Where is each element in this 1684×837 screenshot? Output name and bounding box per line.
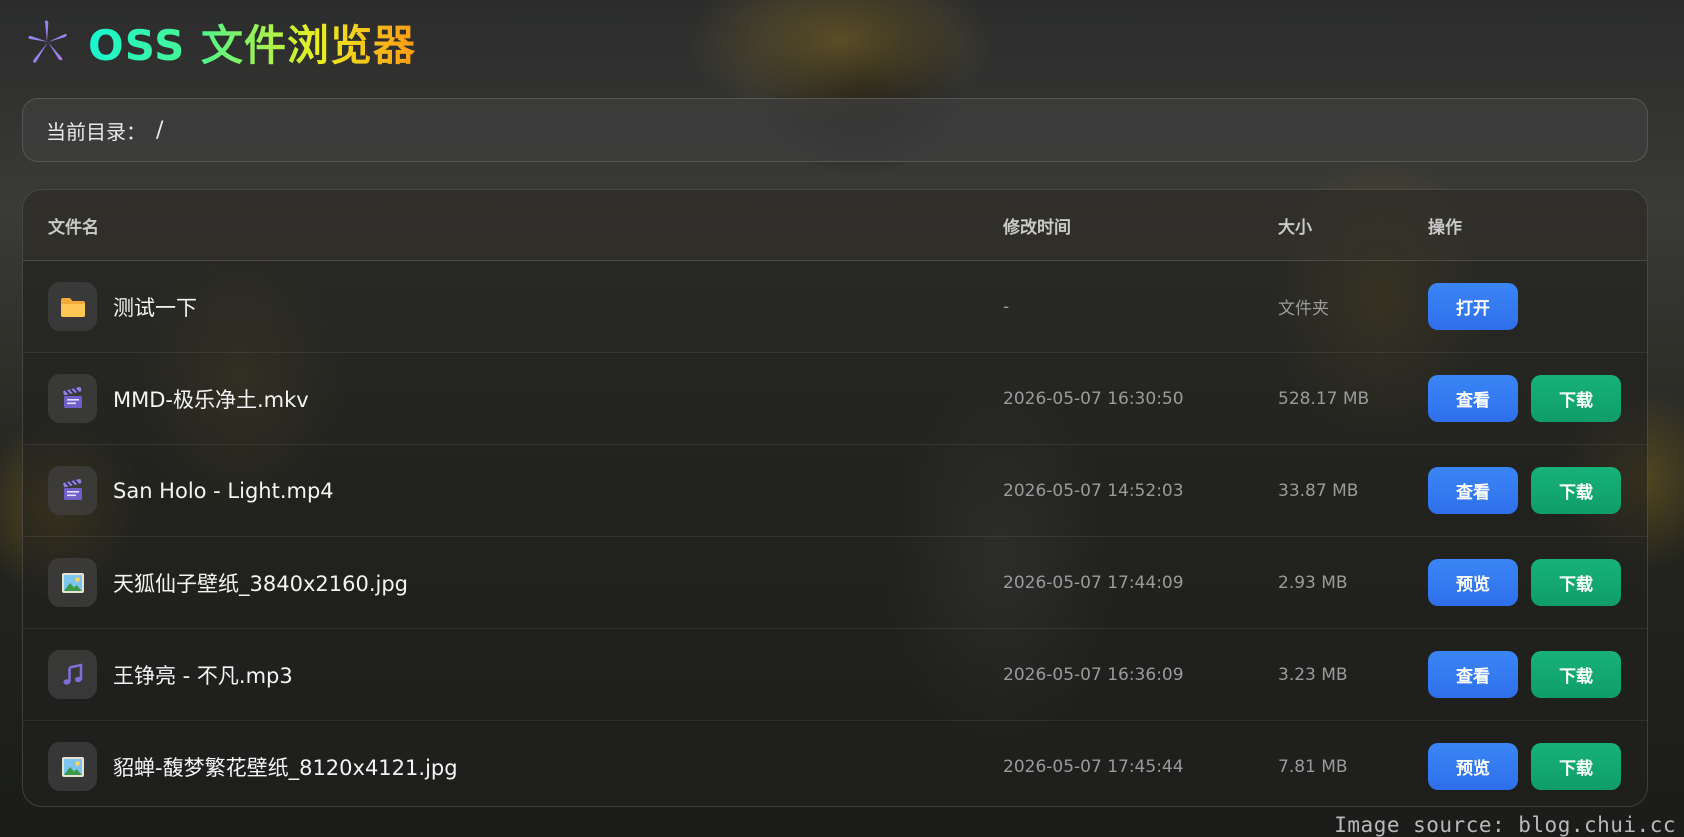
video-clapper-icon — [48, 374, 97, 423]
file-name[interactable]: 貂蝉-馥梦繁花壁纸_8120x4121.jpg — [113, 752, 458, 782]
table-header: 文件名 修改时间 大小 操作 — [23, 190, 1647, 261]
file-size: 2.93 MB — [1278, 572, 1348, 593]
file-time: 2026-05-07 16:30:50 — [1003, 388, 1184, 409]
file-name[interactable]: MMD-极乐净土.mkv — [113, 384, 309, 414]
file-name[interactable]: San Holo - Light.mp4 — [113, 479, 334, 503]
file-time: 2026-05-07 14:52:03 — [1003, 480, 1184, 501]
file-time: - — [1003, 296, 1010, 317]
download-button[interactable]: 下载 — [1531, 375, 1621, 422]
file-time: 2026-05-07 17:45:44 — [1003, 756, 1184, 777]
file-name[interactable]: 王铮亮 - 不凡.mp3 — [113, 660, 293, 690]
download-button[interactable]: 下载 — [1531, 651, 1621, 698]
download-button[interactable]: 下载 — [1531, 743, 1621, 790]
table-row[interactable]: 貂蝉-馥梦繁花壁纸_8120x4121.jpg 2026-05-07 17:45… — [23, 721, 1647, 806]
file-size: 528.17 MB — [1278, 388, 1370, 409]
header-name: 文件名 — [48, 217, 99, 238]
file-table: 文件名 修改时间 大小 操作 测试一下 - 文件夹 打开 MMD-极乐净土.mk… — [22, 189, 1648, 807]
file-time: 2026-05-07 16:36:09 — [1003, 664, 1184, 685]
file-name[interactable]: 测试一下 — [113, 292, 197, 322]
table-row[interactable]: MMD-极乐净土.mkv 2026-05-07 16:30:50 528.17 … — [23, 353, 1647, 445]
image-picture-icon — [48, 558, 97, 607]
view-button[interactable]: 查看 — [1428, 651, 1518, 698]
download-button[interactable]: 下载 — [1531, 559, 1621, 606]
image-source-watermark: Image source: blog.chui.cc — [1334, 813, 1676, 837]
current-directory-bar: 当前目录： / — [22, 98, 1648, 162]
open-button[interactable]: 打开 — [1428, 283, 1518, 330]
table-row[interactable]: 天狐仙子壁纸_3840x2160.jpg 2026-05-07 17:44:09… — [23, 537, 1647, 629]
header-ops: 操作 — [1428, 217, 1462, 238]
file-size: 7.81 MB — [1278, 756, 1348, 777]
directory-label: 当前目录： — [46, 119, 146, 144]
header: OSS 文件浏览器 — [28, 14, 416, 70]
preview-button[interactable]: 预览 — [1428, 743, 1518, 790]
file-size: 文件夹 — [1278, 299, 1329, 319]
table-row[interactable]: San Holo - Light.mp4 2026-05-07 14:52:03… — [23, 445, 1647, 537]
header-size: 大小 — [1278, 217, 1312, 238]
image-picture-icon — [48, 742, 97, 791]
header-time: 修改时间 — [1003, 217, 1071, 238]
app-title: OSS 文件浏览器 — [88, 12, 416, 73]
table-row[interactable]: 王铮亮 - 不凡.mp3 2026-05-07 16:36:09 3.23 MB… — [23, 629, 1647, 721]
file-size: 33.87 MB — [1278, 480, 1359, 501]
file-time: 2026-05-07 17:44:09 — [1003, 572, 1184, 593]
view-button[interactable]: 查看 — [1428, 375, 1518, 422]
view-button[interactable]: 查看 — [1428, 467, 1518, 514]
file-name[interactable]: 天狐仙子壁纸_3840x2160.jpg — [113, 568, 408, 598]
file-size: 3.23 MB — [1278, 664, 1348, 685]
directory-path: / — [156, 117, 164, 143]
folder-icon — [48, 282, 97, 331]
download-button[interactable]: 下载 — [1531, 467, 1621, 514]
preview-button[interactable]: 预览 — [1428, 559, 1518, 606]
video-clapper-icon — [48, 466, 97, 515]
asterisk-logo-icon — [28, 20, 68, 64]
table-row[interactable]: 测试一下 - 文件夹 打开 — [23, 261, 1647, 353]
music-note-icon — [48, 650, 97, 699]
